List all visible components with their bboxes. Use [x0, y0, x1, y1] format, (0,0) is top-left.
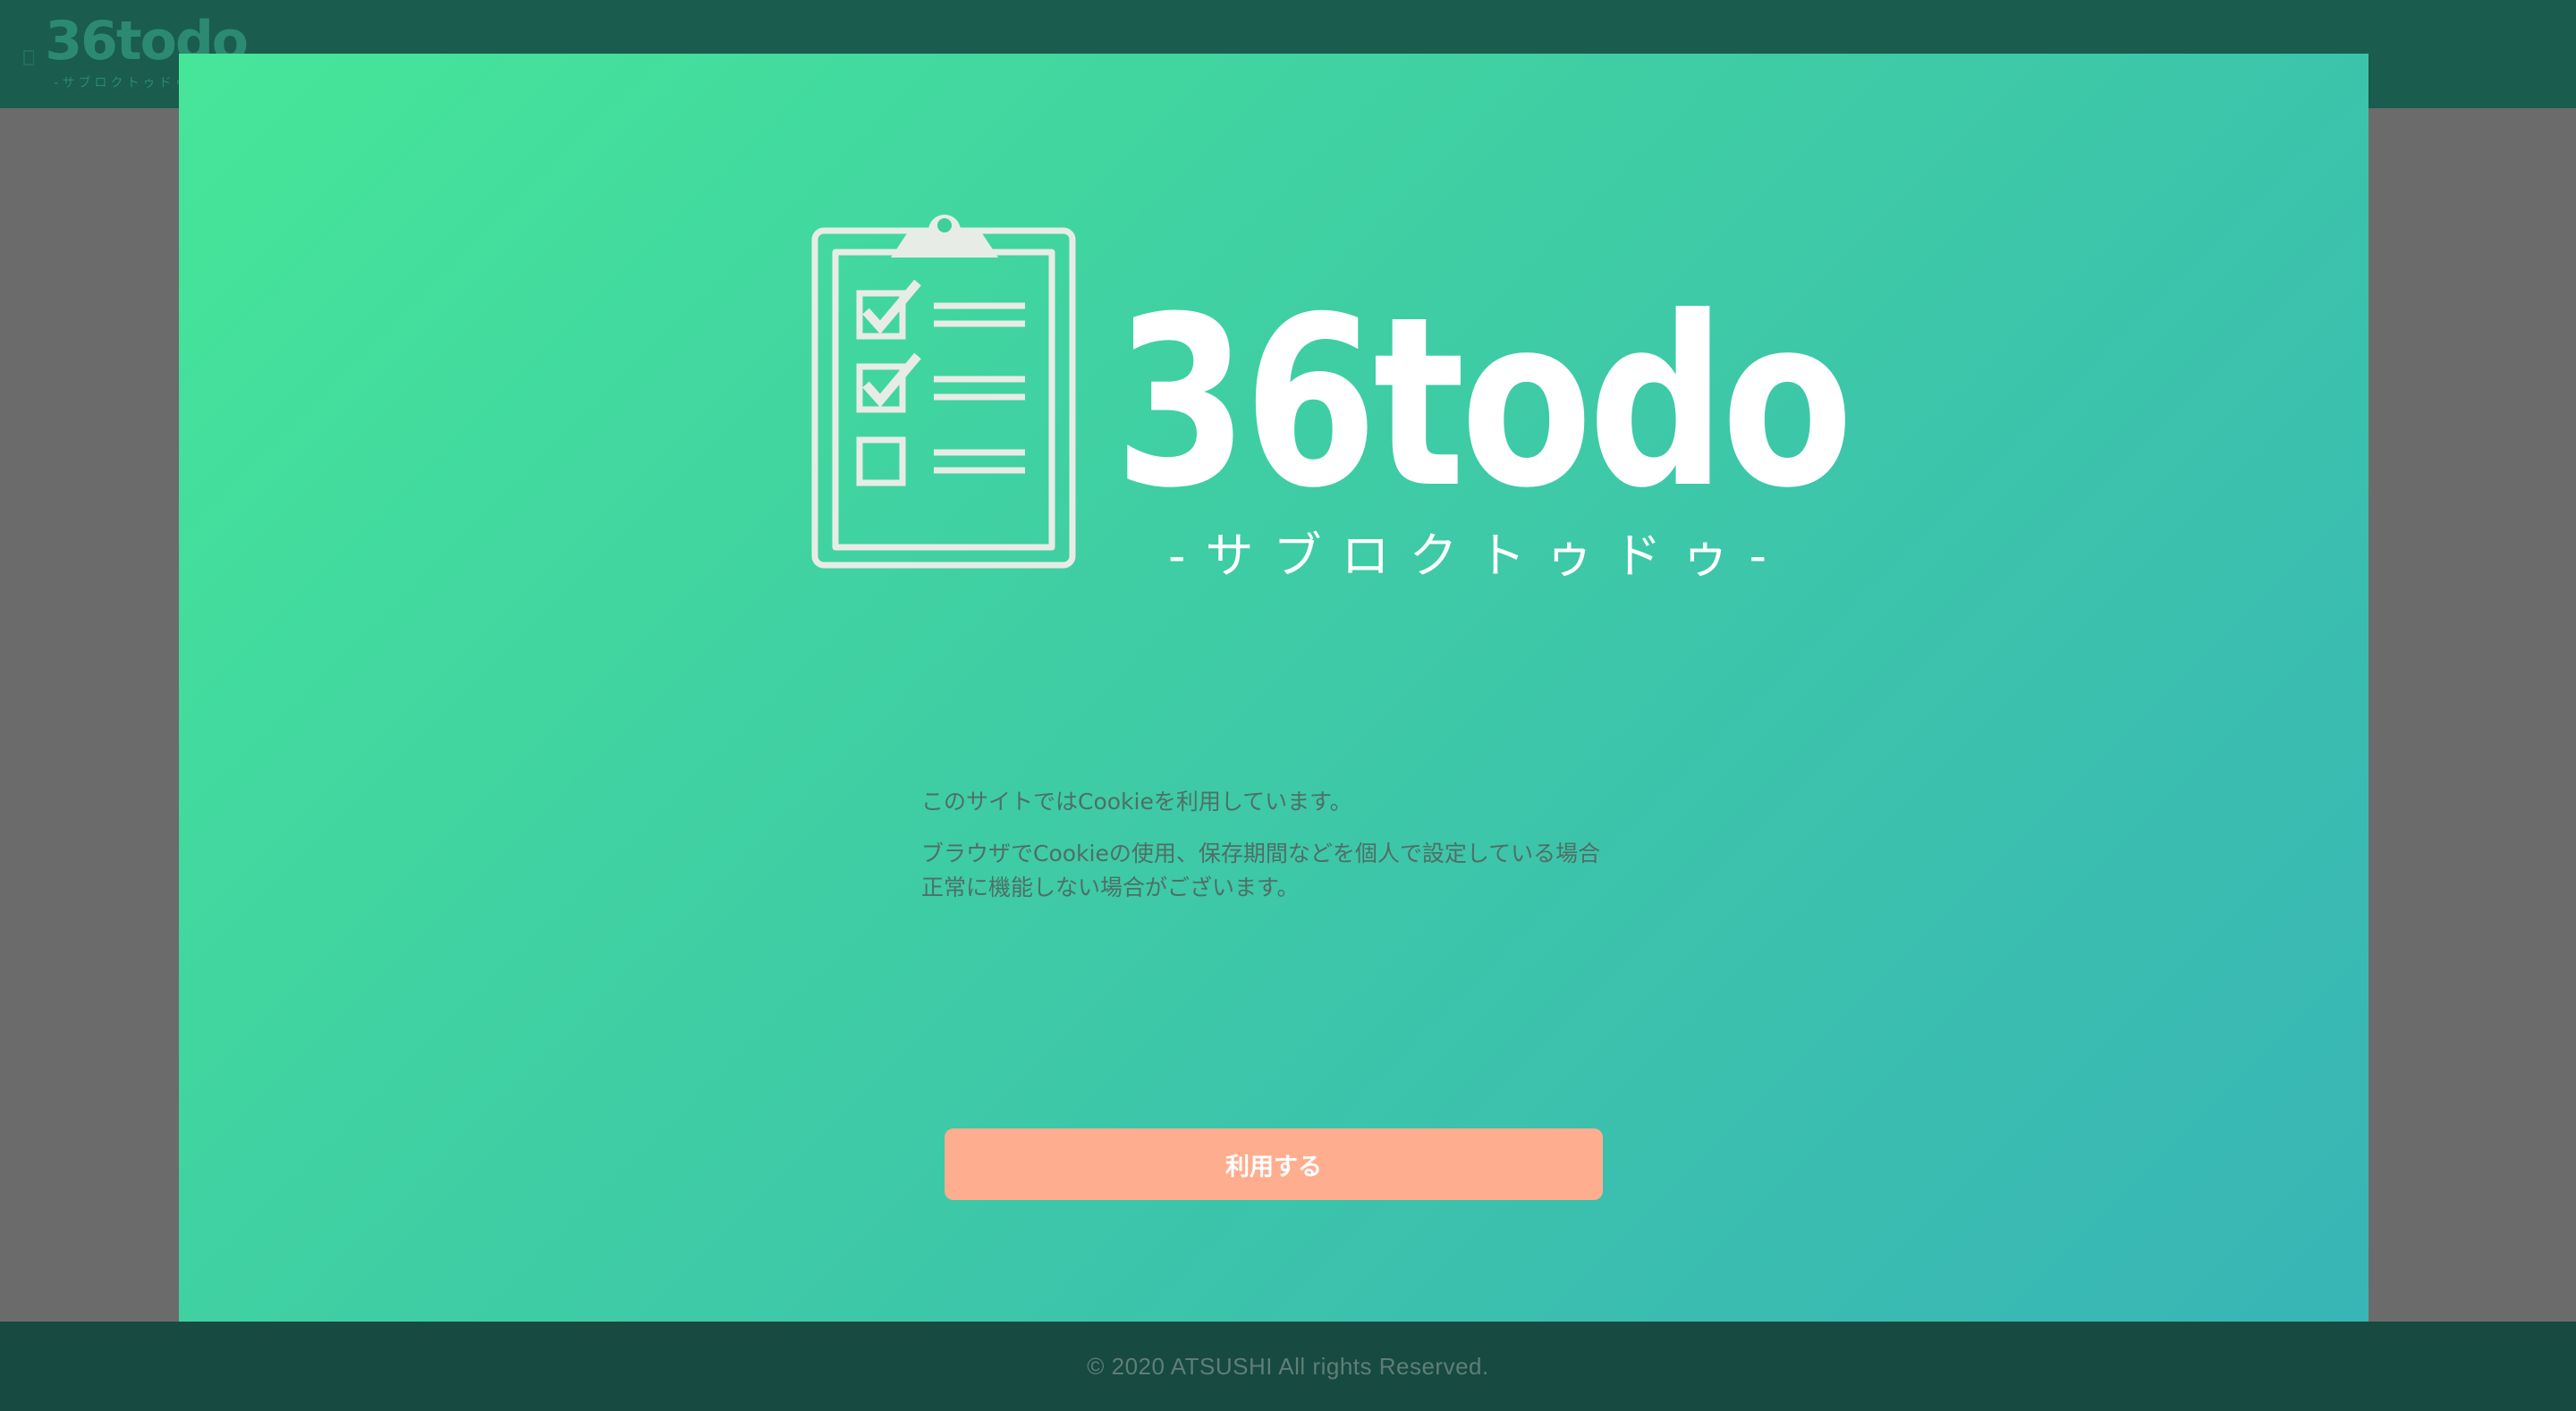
logo-subtitle: -サブロクトゥドゥ-: [1168, 528, 1786, 584]
clipboard-icon: [23, 50, 35, 66]
cookie-consent-modal: 36todo -サブロクトゥドゥ- このサイトではCookieを利用しています。…: [179, 54, 2368, 1322]
cookie-message-line-3: 正常に機能しない場合がございます。: [921, 874, 1300, 900]
cookie-message-line-2: ブラウザでCookieの使用、保存期間などを個人で設定している場合: [921, 841, 1601, 866]
site-footer: © 2020 ATSUSHI All rights Reserved.: [0, 1322, 2576, 1411]
accept-cookies-button[interactable]: 利用する: [945, 1128, 1603, 1200]
clipboard-checklist-icon: [811, 215, 1076, 569]
app-logo: 36todo -サブロクトゥドゥ-: [810, 206, 1853, 599]
copyright-text: © 2020 ATSUSHI All rights Reserved.: [1087, 1352, 1489, 1380]
cookie-message: このサイトではCookieを利用しています。 ブラウザでCookieの使用、保存…: [921, 785, 1726, 923]
cookie-message-line-1: このサイトではCookieを利用しています。: [921, 789, 1352, 815]
logo-title: 36todo: [1114, 266, 1853, 539]
